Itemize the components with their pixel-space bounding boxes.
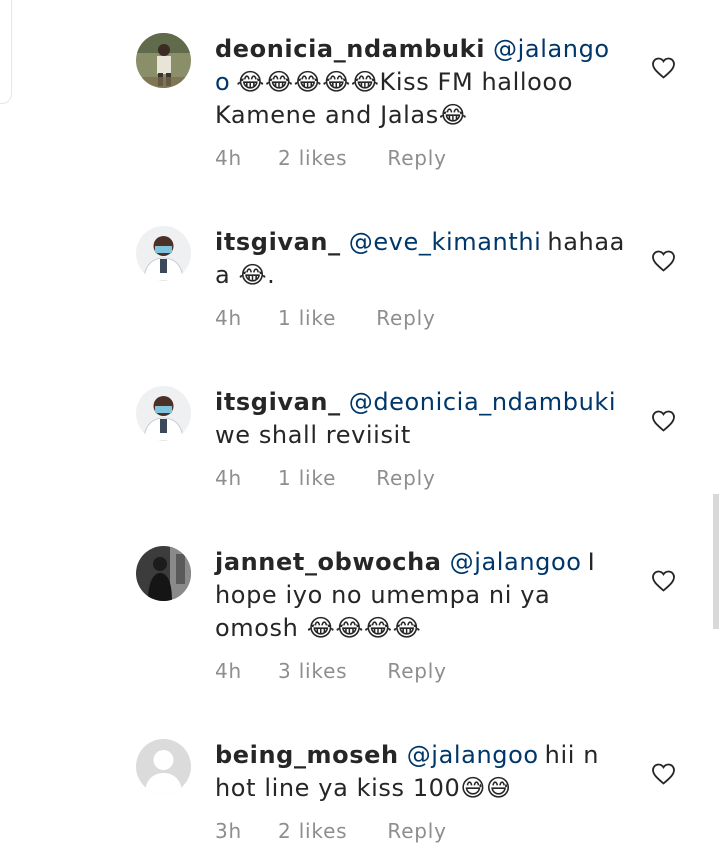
comment-time: 4h <box>215 466 243 490</box>
comment-body: we shall reviisit <box>215 421 411 449</box>
comment-username[interactable]: itsgivan_ <box>215 388 341 416</box>
comment-likes[interactable]: 3 likes <box>278 659 347 683</box>
comment-meta: 4h 1 like Reply <box>215 306 436 330</box>
reply-button[interactable]: Reply <box>376 466 435 490</box>
heart-outline-icon[interactable] <box>651 410 676 432</box>
dark-photo-avatar-icon <box>136 546 191 601</box>
comment-likes[interactable]: 1 like <box>278 466 336 490</box>
heart-outline-icon[interactable] <box>651 763 676 785</box>
comment-meta: 3h 2 likes Reply <box>215 819 447 843</box>
reply-button[interactable]: Reply <box>387 146 446 170</box>
comment-mention[interactable]: @jalangoo <box>407 741 539 769</box>
comment-text: deonicia_ndambuki @jalangoo 😂😂😂😂😂Kiss FM h… <box>215 33 625 132</box>
comment-time: 4h <box>215 146 243 170</box>
reply-button[interactable]: Reply <box>387 819 446 843</box>
avatar[interactable] <box>136 226 191 281</box>
comment-text: itsgivan_ @deonicia_ndambukiwe shall revi… <box>215 386 625 452</box>
heart-outline-icon[interactable] <box>651 57 676 79</box>
comment-username[interactable]: itsgivan_ <box>215 228 341 256</box>
comment-mention[interactable]: @deonicia_ndambuki <box>349 388 616 416</box>
avatar[interactable] <box>136 739 191 794</box>
comment-username[interactable]: jannet_obwocha <box>215 548 442 576</box>
comment-mention[interactable]: @eve_kimanthi <box>349 228 542 256</box>
comment-text: jannet_obwocha @jalangoo I hope iyo no ume… <box>215 546 625 645</box>
comment-time: 4h <box>215 306 243 330</box>
comment-time: 4h <box>215 659 243 683</box>
comment-likes[interactable]: 1 like <box>278 306 336 330</box>
comment-username[interactable]: deonicia_ndambuki <box>215 35 485 63</box>
reply-button[interactable]: Reply <box>387 659 446 683</box>
previous-panel-edge <box>0 0 12 104</box>
default-user-avatar-icon <box>136 739 191 794</box>
avatar[interactable] <box>136 33 191 88</box>
comment-username[interactable]: being_moseh <box>215 741 399 769</box>
avatar[interactable] <box>136 546 191 601</box>
comment-mention[interactable]: @jalangoo <box>450 548 582 576</box>
doctor-avatar-icon <box>136 386 191 441</box>
person-outdoors-avatar-icon <box>136 33 191 88</box>
comment-meta: 4h 2 likes Reply <box>215 146 447 170</box>
scrollbar[interactable] <box>713 494 719 629</box>
comment-meta: 4h 1 like Reply <box>215 466 436 490</box>
reply-button[interactable]: Reply <box>376 306 435 330</box>
comment-likes[interactable]: 2 likes <box>278 819 347 843</box>
comment-meta: 4h 3 likes Reply <box>215 659 447 683</box>
heart-outline-icon[interactable] <box>651 570 676 592</box>
comment-text: itsgivan_ @eve_kimanthi hahaaa 😂. <box>215 226 625 292</box>
comment-likes[interactable]: 2 likes <box>278 146 347 170</box>
heart-outline-icon[interactable] <box>651 250 676 272</box>
comment-text: being_moseh @jalangoo hii n hot line ya ki… <box>215 739 625 805</box>
doctor-avatar-icon <box>136 226 191 281</box>
comment-body: 😂😂😂😂😂Kiss FM hallooo Kamene and Jalas😂 <box>215 68 573 129</box>
avatar[interactable] <box>136 386 191 441</box>
comment-time: 3h <box>215 819 243 843</box>
